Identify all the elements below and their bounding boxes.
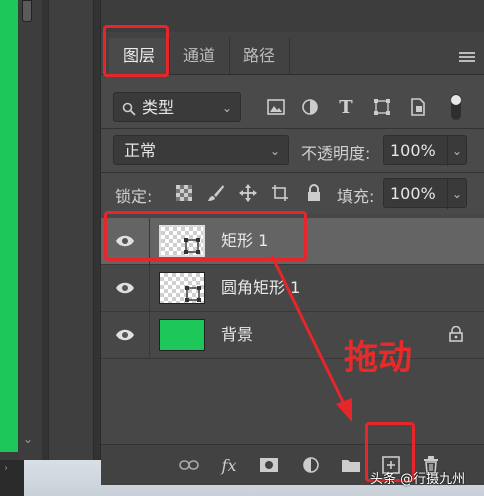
annotation-drag-text: 拖动: [344, 338, 412, 378]
watermark: 头条 @行摄九州: [370, 472, 466, 487]
drag-arrow: [270, 255, 352, 422]
